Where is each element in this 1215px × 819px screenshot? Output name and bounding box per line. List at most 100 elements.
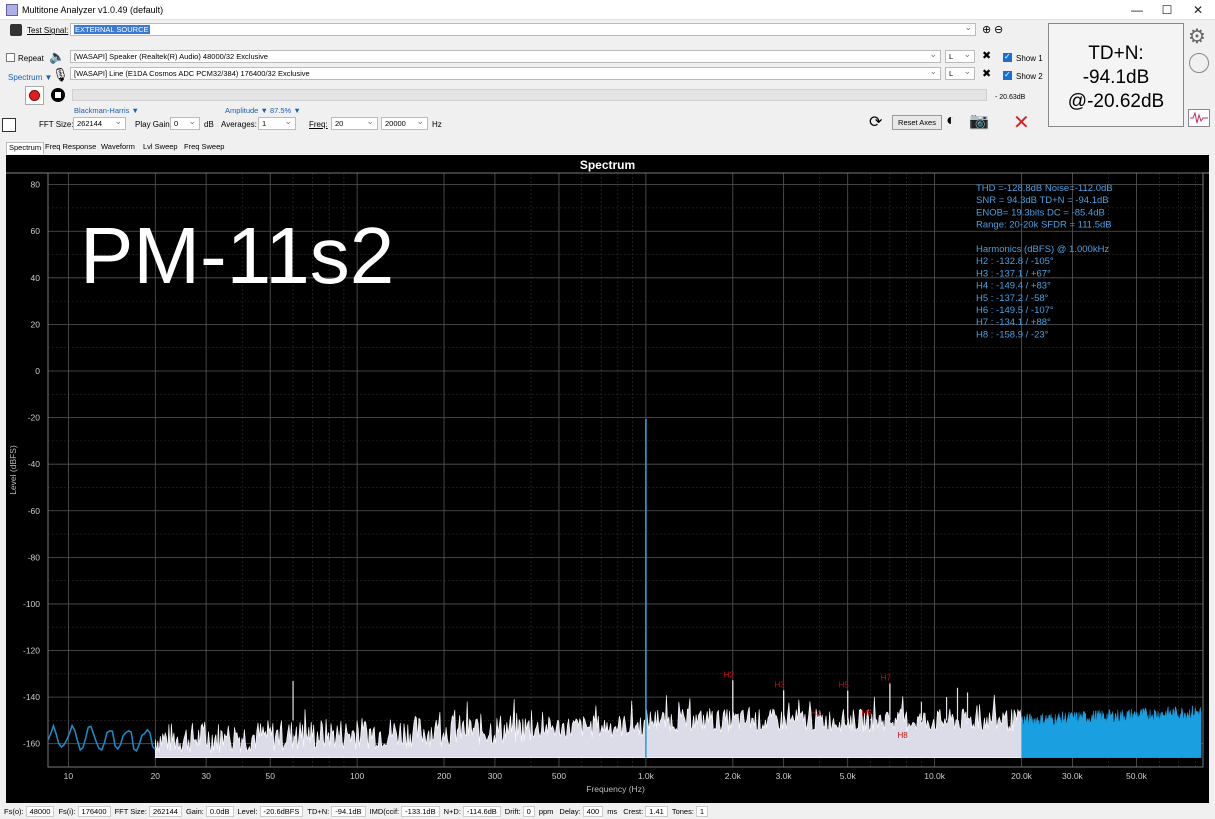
tab-lvl-sweep[interactable]: Lvl Sweep	[141, 142, 180, 154]
status-drift-unit: ppm	[538, 807, 554, 816]
averages-label: Averages:	[221, 120, 257, 129]
level-meter	[72, 89, 987, 101]
x-tick-label: 30	[201, 771, 211, 781]
clock-icon[interactable]	[1189, 53, 1209, 73]
add-icon[interactable]: ⊕	[982, 23, 991, 36]
tools-icon[interactable]: ✖	[982, 49, 991, 62]
x-tick-label: 3.0k	[776, 771, 793, 781]
freq-label: Freq:	[309, 120, 328, 129]
x-tick-label: 5.0k	[840, 771, 857, 781]
status-n-d-label: N+D:	[443, 807, 461, 816]
show1-checkbox[interactable]	[1003, 52, 1012, 62]
play-gain-input[interactable]: 0	[170, 117, 200, 130]
input-channel-select[interactable]: L	[945, 67, 975, 80]
speaker-icon[interactable]: 🔈	[49, 49, 65, 65]
status-bar: Fs(o): 48000 Fs(i): 176400 FFT Size: 262144 Ga…	[0, 804, 1215, 819]
harmonic-label-h2: H2	[724, 670, 735, 679]
x-tick-label: 50.0k	[1126, 771, 1148, 781]
averages-select[interactable]: 1	[258, 117, 296, 130]
repeat-label: Repeat	[18, 54, 44, 63]
y-tick-label: 0	[35, 366, 40, 376]
y-tick-label: -160	[23, 739, 40, 749]
spectrum-chart: Spectrum806040200-20-40-60-80-100-120-14…	[6, 158, 1209, 794]
tab-waveform[interactable]: Waveform	[99, 142, 137, 154]
input-device-select[interactable]: [WASAPI] Line (E1DA Cosmos ADC PCM32/384…	[70, 67, 941, 80]
window-function-select[interactable]: Blackman-Harris ▼	[74, 106, 139, 115]
settings-gear-icon[interactable]: ⚙	[1188, 24, 1206, 49]
x-axis-label: Frequency (Hz)	[586, 784, 645, 794]
status-fft-size-value: 262144	[148, 806, 182, 817]
y-tick-label: -100	[23, 599, 40, 609]
stats-line: Range: 20-20k SFDR = 111.5dB	[976, 220, 1112, 231]
amplitude-menu[interactable]: Amplitude ▼ 87.5% ▼	[225, 106, 301, 115]
freq-unit: Hz	[432, 120, 442, 129]
refresh-icon[interactable]: ⟳	[869, 112, 882, 132]
status-delay-unit: ms	[607, 807, 618, 816]
output-channel-select[interactable]: L	[945, 50, 975, 63]
harmonic-label-h8: H8	[898, 731, 909, 740]
title-bar: Multitone Analyzer v1.0.49 (default) — ☐…	[0, 0, 1215, 20]
tdn-display: TD+N: -94.1dB @-20.62dB	[1048, 23, 1184, 127]
low-band-spectrum	[47, 723, 156, 753]
stop-button[interactable]	[49, 86, 68, 105]
show2-checkbox[interactable]	[1003, 70, 1012, 80]
app-icon	[6, 4, 18, 16]
fft-size-label: FFT Size:	[39, 120, 74, 129]
freq-min-select[interactable]: 20	[331, 117, 378, 130]
play-gain-unit: dB	[204, 120, 214, 129]
status-fs-o-label: Fs(o):	[4, 807, 24, 816]
x-tick-label: 2.0k	[725, 771, 742, 781]
stats-line: H6 : -149.5 / -107°	[976, 305, 1054, 316]
waveform-icon[interactable]	[1188, 109, 1210, 127]
record-icon	[29, 90, 40, 101]
tools-icon-2[interactable]: ✖	[982, 67, 991, 80]
status-crest-value: 1.41	[645, 806, 668, 817]
freq-max-select[interactable]: 20000	[381, 117, 428, 130]
remove-icon[interactable]: ⊖	[994, 23, 1003, 36]
fft-size-select[interactable]: 262144	[73, 117, 126, 130]
tab-freq-sweep[interactable]: Freq Sweep	[182, 142, 226, 154]
stats-line: H7 : -134.1 / +88°	[976, 317, 1051, 328]
overlay-label: PM-11s2	[80, 211, 394, 300]
panel-toggle-icon[interactable]	[2, 118, 16, 132]
y-tick-label: 60	[31, 226, 41, 236]
status-drift-label: Drift:	[504, 807, 521, 816]
repeat-checkbox[interactable]	[6, 53, 15, 62]
play-gain-label: Play Gain:	[135, 120, 172, 129]
x-tick-label: 20	[151, 771, 161, 781]
record-button[interactable]	[25, 86, 44, 105]
status-gain-label: Gain:	[185, 807, 204, 816]
stats-line: THD =-128.8dB Noise=-112.0dB	[976, 183, 1113, 194]
minimize-icon[interactable]: —	[1122, 2, 1152, 18]
spectrum-menu[interactable]: Spectrum ▼	[8, 73, 52, 82]
x-tick-label: 200	[437, 771, 451, 781]
output-device-select[interactable]: [WASAPI] Speaker (Realtek(R) Audio) 4800…	[70, 50, 941, 63]
y-tick-label: 20	[31, 319, 41, 329]
y-tick-label: -140	[23, 692, 40, 702]
status-fft-size-label: FFT Size:	[114, 807, 147, 816]
tdn-value: -94.1dB	[1082, 67, 1150, 88]
y-axis-label: Level (dBFS)	[8, 445, 18, 495]
stats-line: H2 : -132.8 / -105°	[976, 256, 1054, 267]
clear-icon[interactable]: ✕	[1013, 110, 1030, 135]
reset-axes-button[interactable]: Reset Axes	[892, 115, 942, 130]
amplitude-label: Amplitude	[225, 106, 259, 115]
x-tick-label: 500	[552, 771, 566, 781]
contrast-icon[interactable]: ◐	[946, 112, 956, 130]
harmonic-label-h3: H3	[775, 680, 786, 689]
status-fs-i-label: Fs(i):	[58, 807, 76, 816]
tab-freq-response[interactable]: Freq Response	[43, 142, 98, 154]
chart-title: Spectrum	[580, 158, 635, 172]
status-fs-o-value: 48000	[25, 806, 55, 817]
status-td-n-value: -94.1dB	[331, 806, 366, 817]
status-level-value: -20.6dBFS	[259, 806, 304, 817]
high-band-spectrum	[1021, 705, 1202, 758]
status-delay-value: 400	[582, 806, 604, 817]
maximize-icon[interactable]: ☐	[1152, 2, 1182, 18]
tab-spectrum[interactable]: Spectrum	[6, 142, 45, 154]
close-icon[interactable]: ✕	[1183, 2, 1213, 18]
test-signal-select[interactable]: EXTERNAL SOURCE	[70, 23, 976, 36]
microphone-icon[interactable]: 🎙	[52, 67, 69, 83]
signal-generator-icon[interactable]	[10, 24, 22, 36]
camera-icon[interactable]: 📷	[969, 111, 989, 131]
